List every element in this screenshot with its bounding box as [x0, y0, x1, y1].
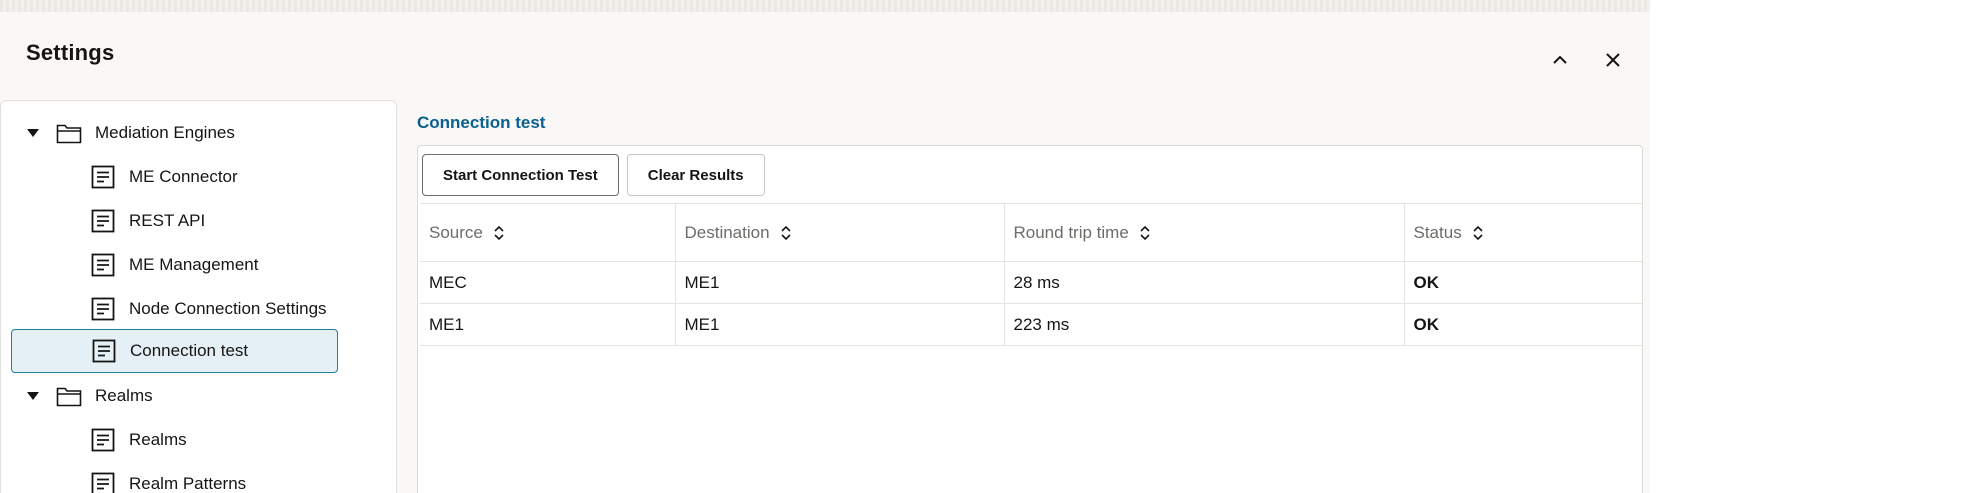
- column-header-destination[interactable]: Destination: [675, 203, 1005, 262]
- tree-item-label: Realms: [95, 386, 153, 405]
- document-icon: [89, 426, 117, 454]
- section-title: Connection test: [417, 113, 546, 132]
- sort-icon[interactable]: [493, 225, 505, 241]
- page-title: Settings: [26, 40, 115, 65]
- tree-item-label: Realms: [129, 430, 187, 449]
- tree-item-connection-test[interactable]: Connection test: [11, 329, 338, 373]
- settings-tree: Mediation Engines ME Connector REST API …: [0, 100, 397, 493]
- tree-item-node-connection-settings[interactable]: Node Connection Settings: [89, 287, 389, 331]
- results-table: Source Destination Round trip time Statu…: [420, 203, 1642, 346]
- tree-item-label: ME Management: [129, 255, 259, 274]
- tree-item-me-connector[interactable]: ME Connector: [89, 155, 389, 199]
- sort-icon[interactable]: [780, 225, 792, 241]
- start-connection-test-button[interactable]: Start Connection Test: [422, 154, 619, 196]
- column-header-round-trip-time[interactable]: Round trip time: [1004, 203, 1405, 262]
- caret-down-icon[interactable]: [23, 123, 43, 143]
- settings-panel: Settings Mediation Engines ME Connector: [0, 0, 1650, 493]
- column-header-source[interactable]: Source: [420, 203, 676, 262]
- collapse-button[interactable]: [1542, 44, 1578, 80]
- tree-item-realms[interactable]: Realms: [89, 418, 389, 462]
- cell-status: OK: [1404, 261, 1642, 304]
- column-header-label: Source: [429, 222, 483, 242]
- tree-item-rest-api[interactable]: REST API: [89, 199, 389, 243]
- tree-item-label: Connection test: [130, 341, 249, 360]
- document-icon: [89, 295, 117, 323]
- column-header-label: Destination: [684, 222, 770, 242]
- toolbar: Start Connection Test Clear Results: [422, 154, 765, 196]
- column-header-label: Round trip time: [1013, 222, 1129, 242]
- column-header-label: Status: [1413, 222, 1462, 242]
- tree-folder-realms[interactable]: Realms: [23, 374, 383, 418]
- document-icon: [89, 207, 117, 235]
- cell-status: OK: [1404, 303, 1642, 346]
- tree-item-label: Realm Patterns: [129, 474, 247, 493]
- folder-icon: [55, 382, 83, 410]
- table-row[interactable]: MEC ME1 28 ms OK: [420, 261, 1642, 304]
- document-icon: [89, 470, 117, 493]
- document-icon: [89, 163, 117, 191]
- top-strip: [0, 0, 1650, 12]
- caret-down-icon[interactable]: [23, 386, 43, 406]
- sort-icon[interactable]: [1472, 225, 1484, 241]
- table-row[interactable]: ME1 ME1 223 ms OK: [420, 303, 1642, 346]
- cell-source: ME1: [420, 303, 676, 346]
- column-header-status[interactable]: Status: [1404, 203, 1642, 262]
- tree-item-label: REST API: [129, 211, 206, 230]
- tree-item-me-management[interactable]: ME Management: [89, 243, 389, 287]
- connection-test-card: Start Connection Test Clear Results Sour…: [417, 145, 1643, 493]
- cell-destination: ME1: [675, 303, 1005, 346]
- cell-round-trip-time: 28 ms: [1004, 261, 1405, 304]
- close-icon: [1603, 50, 1623, 75]
- clear-results-button[interactable]: Clear Results: [626, 154, 765, 196]
- document-icon: [90, 337, 118, 365]
- sort-icon[interactable]: [1139, 225, 1151, 241]
- tree-item-label: ME Connector: [129, 167, 238, 186]
- tree-item-label: Node Connection Settings: [129, 299, 327, 318]
- cell-destination: ME1: [675, 261, 1005, 304]
- cell-round-trip-time: 223 ms: [1004, 303, 1405, 346]
- tree-item-label: Mediation Engines: [95, 123, 235, 142]
- folder-icon: [55, 119, 83, 147]
- tree-item-realm-patterns[interactable]: Realm Patterns: [89, 462, 389, 493]
- chevron-up-icon: [1550, 50, 1570, 75]
- cell-source: MEC: [420, 261, 676, 304]
- table-header-row: Source Destination Round trip time Statu…: [420, 203, 1642, 262]
- tree-folder-mediation-engines[interactable]: Mediation Engines: [23, 111, 383, 155]
- document-icon: [89, 251, 117, 279]
- close-button[interactable]: [1595, 44, 1631, 80]
